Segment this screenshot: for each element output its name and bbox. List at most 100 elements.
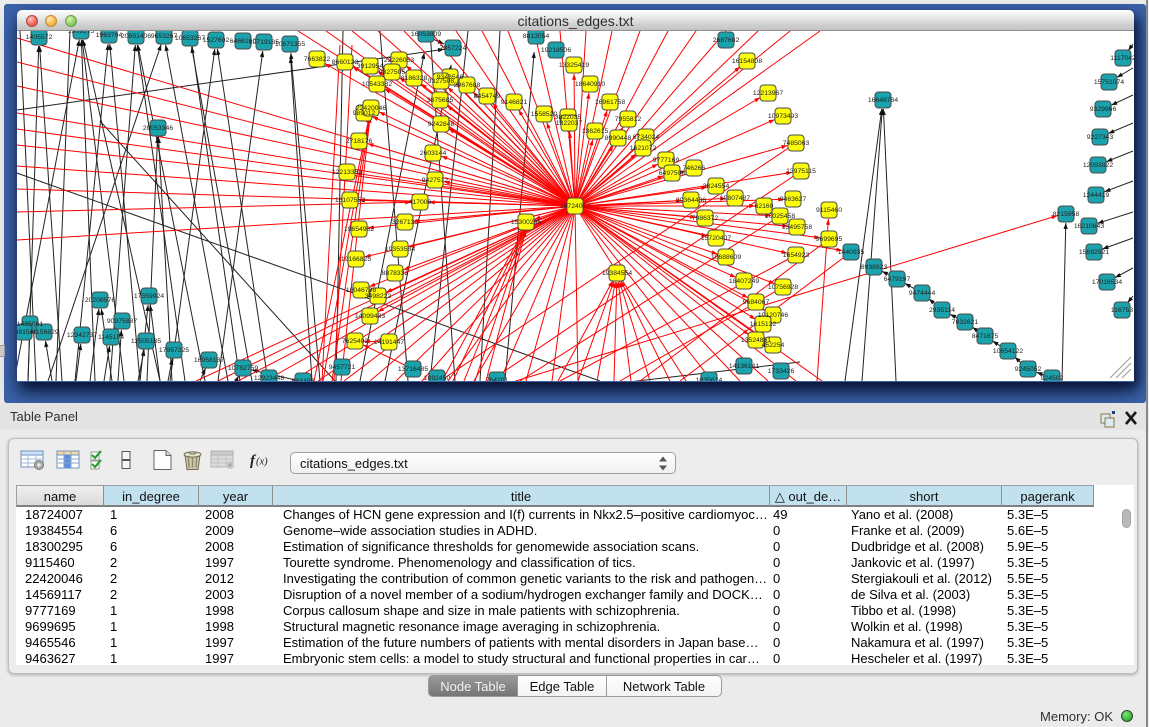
svg-text:23226053: 23226053 xyxy=(384,57,414,64)
svg-text:1733426: 1733426 xyxy=(768,368,795,375)
svg-text:7357224: 7357224 xyxy=(440,45,467,52)
svg-text:10973493: 10973493 xyxy=(768,113,798,120)
svg-text:3824554: 3824554 xyxy=(703,183,730,190)
svg-text:1963704: 1963704 xyxy=(96,32,123,39)
svg-text:12093822: 12093822 xyxy=(1083,162,1113,169)
svg-text:9463627: 9463627 xyxy=(780,196,807,203)
svg-text:15720407: 15720407 xyxy=(701,235,731,242)
svg-text:19353584: 19353584 xyxy=(385,246,415,253)
svg-text:8215958: 8215958 xyxy=(1053,211,1080,218)
svg-text:14136141: 14136141 xyxy=(729,363,759,370)
svg-text:1405572: 1405572 xyxy=(26,34,53,41)
svg-text:9245052: 9245052 xyxy=(1015,366,1042,373)
svg-text:10756928: 10756928 xyxy=(768,284,798,291)
svg-text:90975887: 90975887 xyxy=(107,318,137,325)
svg-text:14191447: 14191447 xyxy=(374,339,404,346)
svg-text:8660123: 8660123 xyxy=(332,59,359,66)
svg-text:14099483: 14099483 xyxy=(355,313,385,320)
svg-text:12342737: 12342737 xyxy=(67,332,97,339)
svg-text:9457721: 9457721 xyxy=(329,364,356,371)
svg-text:9227343: 9227343 xyxy=(1087,134,1114,141)
svg-text:1035624: 1035624 xyxy=(696,377,723,381)
svg-text:1145194: 1145194 xyxy=(98,334,124,341)
svg-text:20206576: 20206576 xyxy=(85,297,115,304)
svg-text:452254: 452254 xyxy=(762,342,785,349)
svg-text:16210643: 16210643 xyxy=(1074,223,1104,230)
svg-text:1322037: 1322037 xyxy=(556,120,583,127)
svg-text:2718176: 2718176 xyxy=(346,138,373,145)
svg-text:983452: 983452 xyxy=(292,378,315,381)
svg-text:13716485: 13716485 xyxy=(398,366,428,373)
svg-text:9115460: 9115460 xyxy=(816,207,842,214)
svg-text:12213363: 12213363 xyxy=(332,169,362,176)
svg-text:764201: 764201 xyxy=(486,377,509,381)
svg-text:6734024: 6734024 xyxy=(633,134,660,141)
svg-text:1362615: 1362615 xyxy=(582,128,609,135)
svg-text:746266: 746266 xyxy=(683,165,706,172)
svg-text:18407249: 18407249 xyxy=(729,278,759,285)
svg-text:8878332: 8878332 xyxy=(382,270,409,277)
svg-text:7485063: 7485063 xyxy=(783,140,810,147)
svg-text:3498222: 3498222 xyxy=(365,293,392,300)
svg-text:12213967: 12213967 xyxy=(753,90,783,97)
svg-text:62160: 62160 xyxy=(755,203,774,210)
svg-text:1440935: 1440935 xyxy=(838,249,865,256)
svg-text:20053346: 20053346 xyxy=(143,125,173,132)
svg-text:10120746: 10120746 xyxy=(758,312,788,319)
svg-text:1615132: 1615132 xyxy=(750,321,777,328)
svg-text:19166825: 19166825 xyxy=(341,256,371,263)
svg-text:2603144: 2603144 xyxy=(420,150,447,157)
svg-text:116753: 116753 xyxy=(1111,307,1133,314)
svg-text:10671355: 10671355 xyxy=(275,41,305,48)
svg-text:9684067: 9684067 xyxy=(743,299,770,306)
svg-text:20364436: 20364436 xyxy=(676,197,706,204)
svg-text:(x): (x) xyxy=(256,457,268,468)
svg-text:1117042: 1117042 xyxy=(1110,55,1134,62)
svg-text:13325419: 13325419 xyxy=(559,62,589,69)
svg-text:7663822: 7663822 xyxy=(304,56,331,63)
svg-text:8454749: 8454749 xyxy=(474,93,501,100)
svg-text:1654923: 1654923 xyxy=(783,252,810,259)
svg-text:18724007: 18724007 xyxy=(560,203,590,210)
svg-text:20691406: 20691406 xyxy=(121,33,151,40)
svg-text:2967608: 2967608 xyxy=(454,82,481,89)
svg-text:10654122: 10654122 xyxy=(993,348,1023,355)
svg-text:9474444: 9474444 xyxy=(909,290,936,297)
svg-text:17016534: 17016534 xyxy=(1092,279,1122,286)
svg-text:19218506: 19218506 xyxy=(541,47,571,54)
svg-text:8471675: 8471675 xyxy=(972,333,999,340)
svg-text:1621072: 1621072 xyxy=(630,145,657,152)
svg-text:7955812: 7955812 xyxy=(615,116,642,123)
svg-text:18640910: 18640910 xyxy=(575,81,605,88)
svg-text:6479197: 6479197 xyxy=(884,276,911,283)
svg-text:22420046: 22420046 xyxy=(356,105,386,112)
svg-text:15300295: 15300295 xyxy=(511,219,541,226)
svg-text:16958187: 16958187 xyxy=(194,357,224,364)
svg-text:9146821: 9146821 xyxy=(501,99,528,106)
svg-text:3267130: 3267130 xyxy=(392,219,419,226)
svg-text:8938923: 8938923 xyxy=(861,264,888,271)
svg-text:9329966: 9329966 xyxy=(1090,106,1117,113)
svg-text:10782759: 10782759 xyxy=(228,365,258,372)
svg-text:1527602: 1527602 xyxy=(203,37,230,44)
svg-text:12505135: 12505135 xyxy=(131,338,161,345)
svg-text:16107553: 16107553 xyxy=(335,197,365,204)
svg-text:19384554: 19384554 xyxy=(602,270,632,277)
svg-text:10807487: 10807487 xyxy=(720,195,750,202)
svg-text:9777169: 9777169 xyxy=(653,157,680,164)
svg-text:16154808: 16154808 xyxy=(732,58,762,65)
svg-text:17359924: 17359924 xyxy=(134,293,164,300)
svg-text:7632621: 7632621 xyxy=(952,319,979,326)
svg-text:10025458: 10025458 xyxy=(765,213,795,220)
svg-text:16053809: 16053809 xyxy=(411,31,441,38)
svg-text:10688609: 10688609 xyxy=(711,254,741,261)
svg-text:13495758: 13495758 xyxy=(782,224,812,231)
svg-text:10543382: 10543382 xyxy=(362,81,392,88)
svg-text:17957225: 17957225 xyxy=(159,347,189,354)
svg-text:1909575: 1909575 xyxy=(68,31,95,35)
svg-text:10653267: 10653267 xyxy=(175,35,205,42)
svg-text:7986372: 7986372 xyxy=(692,215,719,222)
svg-text:924502: 924502 xyxy=(1041,375,1064,381)
svg-text:1558520: 1558520 xyxy=(531,111,558,118)
svg-text:9653267: 9653267 xyxy=(151,33,178,40)
